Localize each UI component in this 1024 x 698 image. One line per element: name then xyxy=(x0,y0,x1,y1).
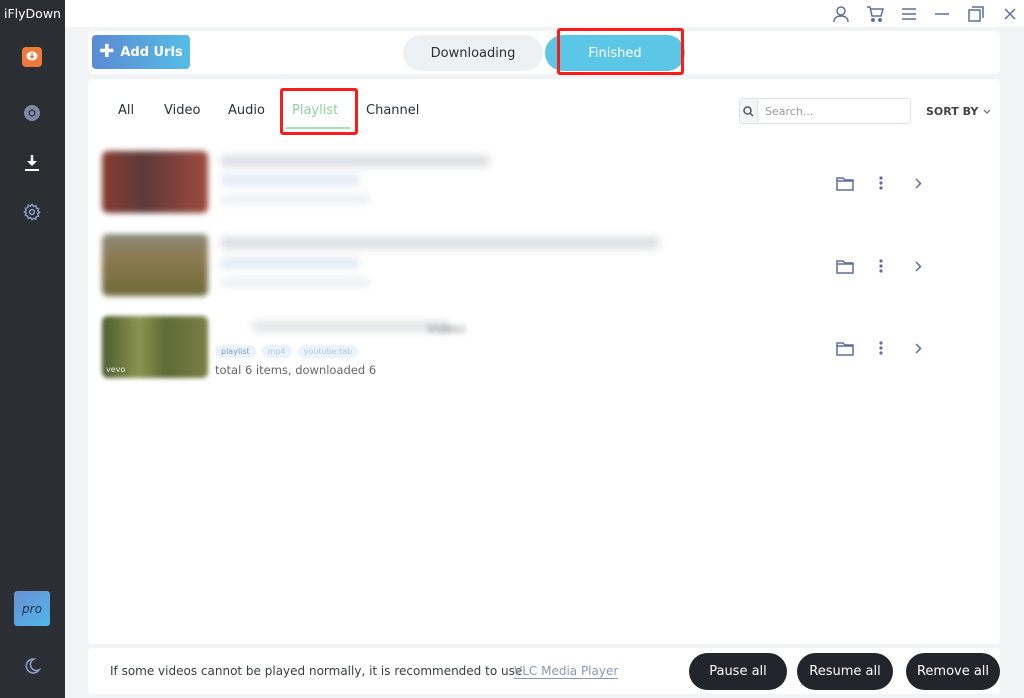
sidebar: iFlyDown pro xyxy=(0,0,65,698)
pro-badge[interactable]: pro xyxy=(14,591,50,626)
search-icon xyxy=(740,99,758,123)
cart-icon xyxy=(867,6,884,22)
app-title: iFlyDown xyxy=(4,6,61,21)
chrome-icon xyxy=(24,105,40,121)
tag: playlist xyxy=(215,345,256,358)
blurred-title xyxy=(252,321,452,332)
close-button[interactable] xyxy=(999,3,1021,25)
add-urls-label: Add Urls xyxy=(120,44,183,60)
more-options-button[interactable] xyxy=(870,255,892,277)
blurred-tags xyxy=(220,175,360,185)
active-tab-underline xyxy=(286,127,350,129)
list-item[interactable]: vevo Video) playlist mp4 youtube:tab tot… xyxy=(102,316,982,382)
open-folder-button[interactable] xyxy=(834,255,856,277)
blurred-title xyxy=(220,237,660,249)
footer-bar: If some videos cannot be played normally… xyxy=(88,648,1000,694)
user-button[interactable] xyxy=(830,3,852,25)
tag-list: playlist mp4 youtube:tab xyxy=(215,345,359,358)
expand-button[interactable] xyxy=(907,255,929,277)
thumbnail xyxy=(102,151,208,213)
sort-by-dropdown[interactable]: SORT BY xyxy=(926,105,991,118)
main-panel: All Video Audio Playlist Channel SORT BY xyxy=(88,79,1000,644)
vlc-link[interactable]: VLC Media Player xyxy=(514,664,619,679)
open-folder-button[interactable] xyxy=(834,337,856,359)
more-options-button[interactable] xyxy=(870,337,892,359)
blurred-tags xyxy=(220,258,360,268)
menu-icon xyxy=(902,8,916,20)
download-icon xyxy=(25,155,39,171)
open-folder-button[interactable] xyxy=(834,172,856,194)
search-input[interactable] xyxy=(758,99,910,123)
tag: mp4 xyxy=(261,345,292,358)
list-item[interactable] xyxy=(102,234,982,300)
restore-button[interactable] xyxy=(965,3,987,25)
filter-tab-video[interactable]: Video xyxy=(164,103,200,118)
plus-icon: ✚ xyxy=(99,41,115,62)
add-urls-button[interactable]: ✚ Add Urls xyxy=(92,35,190,69)
menu-button[interactable] xyxy=(898,3,920,25)
user-icon xyxy=(833,5,849,22)
blurred-status xyxy=(220,278,370,287)
expand-button[interactable] xyxy=(907,337,929,359)
minimize-icon xyxy=(935,13,949,15)
remove-all-button[interactable]: Remove all xyxy=(906,653,1000,690)
resume-all-button[interactable]: Resume all xyxy=(797,653,893,690)
blurred-status xyxy=(220,195,370,204)
filter-tab-channel[interactable]: Channel xyxy=(366,103,419,118)
footer-message: If some videos cannot be played normally… xyxy=(110,664,523,678)
thumbnail-label: vevo xyxy=(106,365,126,374)
sort-by-label: SORT BY xyxy=(926,105,979,118)
more-vertical-icon xyxy=(879,176,883,190)
folder-icon xyxy=(836,259,854,274)
folder-icon xyxy=(836,341,854,356)
sidebar-item-downloads[interactable] xyxy=(20,151,44,175)
blurred-title xyxy=(220,155,490,167)
restore-icon xyxy=(968,6,984,22)
header-bar: ✚ Add Urls Downloading Finished xyxy=(88,28,1000,75)
search-box xyxy=(739,98,911,124)
expand-button[interactable] xyxy=(907,172,929,194)
download-bubble-icon xyxy=(22,47,42,67)
cart-button[interactable] xyxy=(864,3,886,25)
tag: youtube:tab xyxy=(297,345,359,358)
chevron-right-icon xyxy=(914,177,922,189)
close-icon xyxy=(1004,8,1016,20)
sidebar-item-settings[interactable] xyxy=(20,200,44,224)
tab-downloading[interactable]: Downloading xyxy=(403,35,543,71)
titlebar xyxy=(65,0,1024,27)
minimize-button[interactable] xyxy=(931,3,953,25)
chevron-down-icon xyxy=(983,109,991,114)
item-title: Video) xyxy=(427,322,466,336)
list-item[interactable] xyxy=(102,151,982,217)
chevron-right-icon xyxy=(914,260,922,272)
more-vertical-icon xyxy=(879,341,883,355)
moon-icon xyxy=(25,658,41,674)
filter-tab-audio[interactable]: Audio xyxy=(228,103,265,118)
more-options-button[interactable] xyxy=(870,172,892,194)
app-logo[interactable] xyxy=(20,45,44,69)
chevron-right-icon xyxy=(914,342,922,354)
filter-tab-all[interactable]: All xyxy=(118,103,134,118)
item-status: total 6 items, downloaded 6 xyxy=(215,363,377,377)
more-vertical-icon xyxy=(879,259,883,273)
thumbnail xyxy=(102,234,208,296)
folder-icon xyxy=(836,176,854,191)
sidebar-item-browser[interactable] xyxy=(20,101,44,125)
pause-all-button[interactable]: Pause all xyxy=(689,653,787,690)
filter-tab-playlist[interactable]: Playlist xyxy=(292,103,338,118)
theme-toggle[interactable] xyxy=(20,654,44,678)
gear-icon xyxy=(23,203,41,221)
tab-finished[interactable]: Finished xyxy=(545,35,685,71)
